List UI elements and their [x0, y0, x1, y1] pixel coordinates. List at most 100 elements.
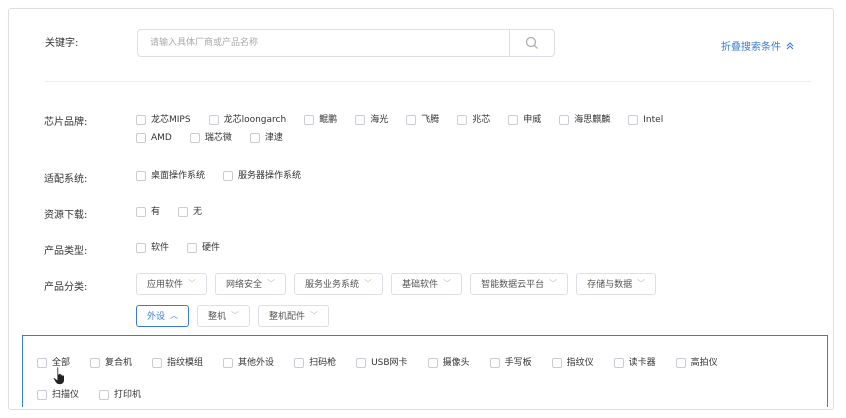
- checkbox[interactable]: [136, 207, 146, 217]
- hand-cursor-icon: [52, 366, 65, 385]
- chip-brand-option[interactable]: 飞腾: [406, 113, 439, 127]
- option-label: 手写板: [504, 358, 532, 368]
- checkbox[interactable]: [37, 358, 47, 368]
- checkbox[interactable]: [628, 115, 639, 125]
- os-label: 适配系统:: [44, 174, 88, 185]
- chip-brand-option[interactable]: 鲲鹏: [304, 113, 337, 127]
- category-tag[interactable]: 存储与数据 ﹀: [576, 272, 657, 295]
- checkbox[interactable]: [189, 133, 200, 143]
- checkbox[interactable]: [355, 115, 366, 125]
- checkbox[interactable]: [508, 115, 519, 125]
- checkbox[interactable]: [559, 115, 570, 125]
- category-tag[interactable]: 服务业务系统 ﹀: [294, 272, 384, 295]
- checkbox[interactable]: [304, 115, 315, 125]
- checkbox[interactable]: [99, 390, 110, 400]
- peripheral-option[interactable]: 高拍仪: [675, 356, 718, 370]
- checkbox[interactable]: [178, 207, 189, 217]
- peripheral-option[interactable]: USB网卡: [356, 356, 408, 370]
- option-label: 瑞芯微: [204, 133, 232, 143]
- checkbox[interactable]: [675, 358, 686, 368]
- chevron-up-icon: ︿: [170, 311, 179, 320]
- category-tag[interactable]: 整机配件 ﹀: [258, 304, 330, 327]
- chip-brand-option[interactable]: 津逮: [249, 131, 283, 145]
- peripheral-option[interactable]: 指纹模组: [152, 356, 203, 370]
- peripheral-option[interactable]: 摄像头: [427, 356, 470, 370]
- tag-label: 应用软件: [147, 280, 184, 290]
- option-label: 海光: [370, 115, 389, 125]
- checkbox[interactable]: [406, 115, 417, 125]
- peripheral-option[interactable]: 打印机: [99, 388, 141, 402]
- chip-brand-option[interactable]: 龙芯MIPS: [136, 113, 191, 127]
- option-label: 摄像头: [442, 358, 470, 368]
- checkbox[interactable]: [136, 243, 146, 253]
- checkbox[interactable]: [37, 390, 47, 400]
- option-label: AMD: [151, 133, 172, 143]
- peripheral-option[interactable]: 扫描仪: [37, 388, 79, 402]
- search-button[interactable]: [509, 30, 554, 56]
- peripheral-option[interactable]: 读卡器: [613, 356, 656, 370]
- category-tag[interactable]: 应用软件 ﹀: [136, 272, 208, 295]
- peripheral-option[interactable]: 其他外设: [223, 356, 274, 370]
- category-tag[interactable]: 智能数据云平台 ﹀: [470, 272, 569, 295]
- download-option[interactable]: 无: [178, 205, 202, 219]
- chevron-down-icon: ﹀: [443, 279, 452, 288]
- checkbox[interactable]: [613, 358, 624, 368]
- tag-label: 整机: [208, 312, 227, 322]
- option-label: 读卡器: [628, 358, 656, 368]
- checkbox[interactable]: [294, 358, 305, 368]
- chip-brand-option[interactable]: 兆芯: [457, 113, 490, 127]
- chevron-down-icon: ﹀: [364, 279, 373, 288]
- option-label: 海思麒麟: [574, 115, 611, 125]
- chip-brand-option[interactable]: 龙芯loongarch: [208, 113, 287, 127]
- checkbox[interactable]: [208, 115, 219, 125]
- category-tag[interactable]: 整机 ﹀: [197, 304, 251, 327]
- category-tag[interactable]: 基础软件 ﹀: [391, 272, 463, 295]
- chip-brand-option[interactable]: 海光: [355, 113, 388, 127]
- os-option[interactable]: 服务器操作系统: [223, 169, 301, 183]
- download-label: 资源下载:: [44, 210, 88, 221]
- chip-brand-option[interactable]: Intel: [628, 113, 663, 127]
- option-label: 龙芯loongarch: [223, 115, 287, 125]
- category-tag[interactable]: 外设 ︿: [136, 304, 190, 327]
- peripheral-option[interactable]: 手写板: [489, 356, 532, 370]
- checkbox[interactable]: [457, 115, 468, 125]
- checkbox[interactable]: [223, 171, 234, 181]
- product-type-option[interactable]: 软件: [136, 241, 169, 255]
- option-label: 龙芯MIPS: [151, 115, 191, 125]
- option-label: 有: [151, 207, 161, 217]
- peripheral-option[interactable]: 扫码枪: [294, 356, 336, 370]
- product-type-option[interactable]: 硬件: [187, 241, 220, 255]
- search-input[interactable]: [138, 30, 534, 56]
- option-label: 飞腾: [421, 115, 440, 125]
- chip-brand-option[interactable]: 海思麒麟: [559, 113, 610, 127]
- checkbox[interactable]: [551, 358, 562, 368]
- checkbox[interactable]: [223, 358, 234, 368]
- checkbox[interactable]: [136, 115, 146, 125]
- checkbox[interactable]: [152, 358, 163, 368]
- peripheral-option[interactable]: 指纹仪: [551, 356, 594, 370]
- checkbox[interactable]: [489, 358, 500, 368]
- option-label: 服务器操作系统: [238, 171, 302, 181]
- chip-brand-option[interactable]: 瑞芯微: [189, 131, 232, 145]
- option-label: 鲲鹏: [319, 115, 338, 125]
- tag-label: 存储与数据: [587, 280, 633, 290]
- checkbox[interactable]: [90, 358, 101, 368]
- peripheral-option[interactable]: 复合机: [90, 356, 132, 370]
- checkbox[interactable]: [136, 171, 146, 181]
- collapse-toggle[interactable]: 折叠搜索条件: [721, 38, 795, 53]
- checkbox[interactable]: [249, 133, 260, 143]
- checkbox[interactable]: [136, 133, 146, 143]
- checkbox[interactable]: [427, 358, 438, 368]
- option-label: 扫码枪: [309, 358, 337, 368]
- download-option[interactable]: 有: [136, 205, 160, 219]
- collapse-label: 折叠搜索条件: [721, 42, 781, 53]
- chip-brand-option[interactable]: 申威: [508, 113, 541, 127]
- checkbox[interactable]: [187, 243, 198, 253]
- os-option[interactable]: 桌面操作系统: [136, 169, 205, 183]
- search-icon: [525, 36, 538, 49]
- checkbox[interactable]: [356, 358, 367, 368]
- option-label: 高拍仪: [690, 358, 718, 368]
- category-tag[interactable]: 网络安全 ﹀: [215, 272, 287, 295]
- chevron-down-icon: ﹀: [549, 279, 558, 288]
- chip-brand-option[interactable]: AMD: [136, 131, 172, 145]
